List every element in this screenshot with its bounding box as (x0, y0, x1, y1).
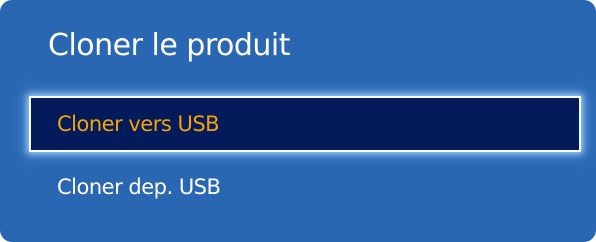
clone-product-menu: Cloner le produit Cloner vers USB Cloner… (0, 0, 596, 242)
menu-item-label: Cloner dep. USB (57, 175, 221, 199)
menu-item-label: Cloner vers USB (57, 112, 220, 136)
menu-item-clone-to-usb[interactable]: Cloner vers USB (29, 96, 581, 152)
menu-title: Cloner le produit (48, 28, 291, 63)
menu-item-clone-from-usb[interactable]: Cloner dep. USB (29, 159, 581, 215)
